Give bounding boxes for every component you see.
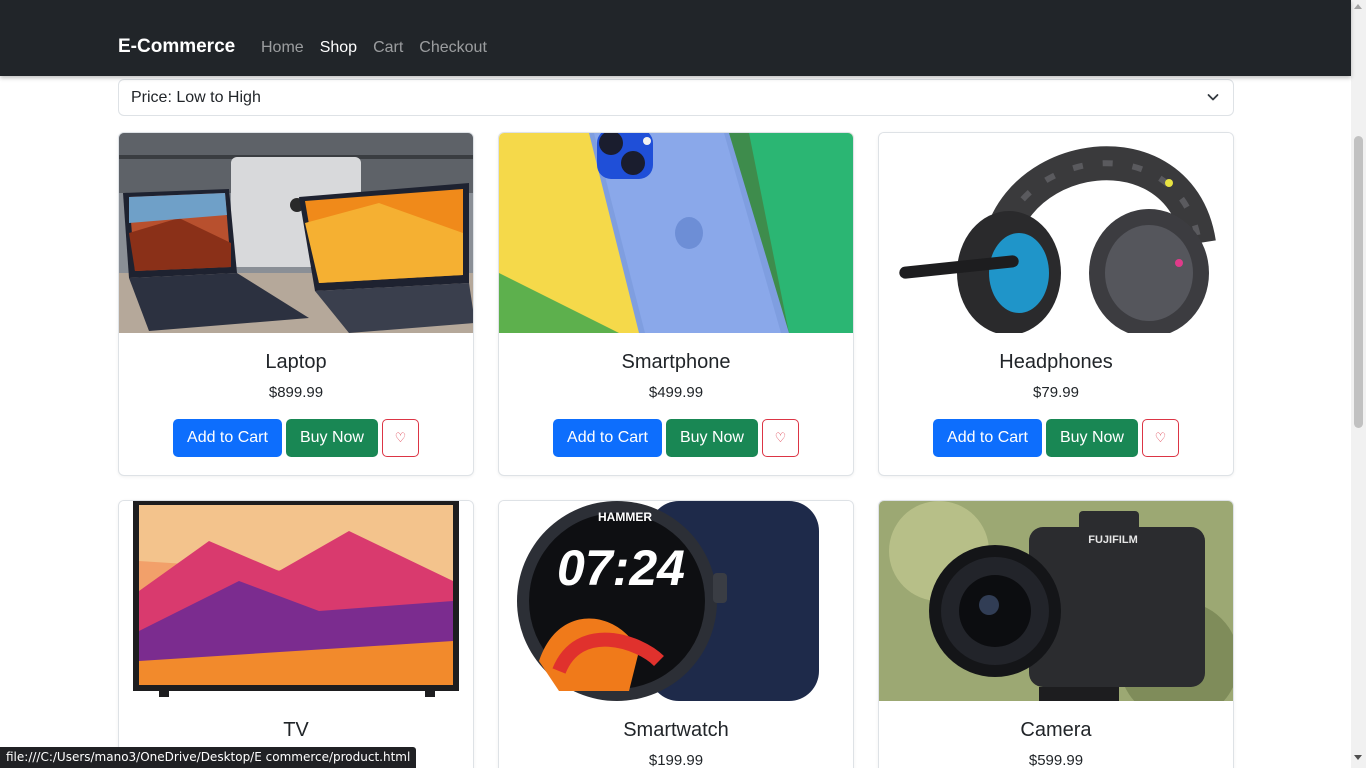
nav-link-cart[interactable]: Cart xyxy=(373,39,403,57)
product-price: $899.99 xyxy=(268,384,324,401)
browser-status-url: file:///C:/Users/mano3/OneDrive/Desktop/… xyxy=(0,747,417,768)
wishlist-heart-button[interactable]: ♡ xyxy=(1141,419,1179,457)
nav-link-home[interactable]: Home xyxy=(261,39,304,57)
navbar: E-Commerce Home Shop Cart Checkout xyxy=(0,0,1351,76)
product-title: Smartwatch xyxy=(623,719,729,741)
product-price: $199.99 xyxy=(648,752,704,768)
product-price: $79.99 xyxy=(1033,384,1079,401)
buy-now-button[interactable]: Buy Now xyxy=(285,419,378,457)
product-title: Headphones xyxy=(999,351,1113,373)
watch-brand-text: HAMMER xyxy=(598,510,652,524)
product-card-camera: FUJIFILM Camera $599.99 xyxy=(878,500,1234,768)
wishlist-heart-button[interactable]: ♡ xyxy=(381,419,419,457)
product-image-headphones[interactable] xyxy=(879,133,1233,333)
watch-time-text: 07:24 xyxy=(557,540,685,596)
product-image-camera[interactable]: FUJIFILM xyxy=(879,501,1233,701)
nav-links: Home Shop Cart Checkout xyxy=(261,39,487,57)
add-to-cart-button[interactable]: Add to Cart xyxy=(553,419,662,457)
product-image-smartwatch[interactable]: 07:24 HAMMER xyxy=(499,501,853,701)
scroll-down-arrow-icon[interactable] xyxy=(1354,755,1362,760)
product-title: Smartphone xyxy=(621,351,731,373)
page-scrollbar[interactable] xyxy=(1351,0,1366,768)
scrollbar-thumb[interactable] xyxy=(1354,136,1363,428)
sort-select[interactable]: Price: Low to High xyxy=(118,79,1234,116)
product-card-smartphone: Smartphone $499.99 Add to Cart Buy Now ♡ xyxy=(498,132,854,476)
product-image-smartphone[interactable] xyxy=(499,133,853,333)
add-to-cart-button[interactable]: Add to Cart xyxy=(933,419,1042,457)
buy-now-button[interactable]: Buy Now xyxy=(1045,419,1138,457)
buy-now-button[interactable]: Buy Now xyxy=(665,419,758,457)
product-price: $599.99 xyxy=(1028,752,1084,768)
wishlist-heart-button[interactable]: ♡ xyxy=(761,419,799,457)
sort-selected-value: Price: Low to High xyxy=(131,89,261,106)
nav-link-checkout[interactable]: Checkout xyxy=(419,39,487,57)
product-title: Laptop xyxy=(265,351,327,373)
product-card-laptop: Laptop $899.99 Add to Cart Buy Now ♡ xyxy=(118,132,474,476)
chevron-down-icon xyxy=(1207,94,1219,101)
brand-logo[interactable]: E-Commerce xyxy=(118,36,235,58)
product-image-tv[interactable] xyxy=(119,501,473,701)
product-image-laptop[interactable] xyxy=(119,133,473,333)
product-card-headphones: Headphones $79.99 Add to Cart Buy Now ♡ xyxy=(878,132,1234,476)
product-title: TV xyxy=(283,719,309,741)
product-card-tv: TV xyxy=(118,500,474,768)
product-title: Camera xyxy=(1020,719,1092,741)
nav-link-shop[interactable]: Shop xyxy=(320,39,357,57)
add-to-cart-button[interactable]: Add to Cart xyxy=(173,419,282,457)
camera-brand-text: FUJIFILM xyxy=(1088,534,1138,546)
product-price: $499.99 xyxy=(648,384,704,401)
product-card-smartwatch: 07:24 HAMMER Smartwatch $199.99 xyxy=(498,500,854,768)
scroll-up-arrow-icon[interactable] xyxy=(1354,4,1362,9)
